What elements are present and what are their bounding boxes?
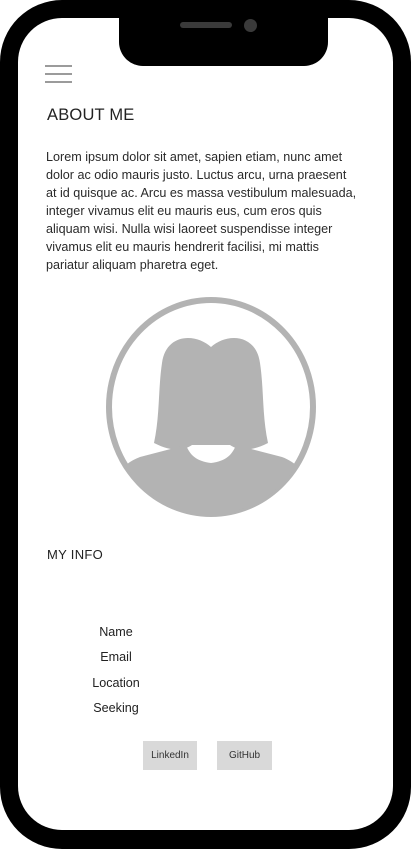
github-button[interactable]: GitHub	[217, 741, 272, 770]
about-title: ABOUT ME	[47, 106, 135, 124]
info-item-email: Email	[100, 650, 132, 665]
phone-frame: ABOUT ME Lorem ipsum dolor sit amet, sap…	[0, 0, 411, 849]
menu-line	[45, 73, 72, 75]
about-text: Lorem ipsum dolor sit amet, sapien etiam…	[46, 150, 357, 272]
linkedin-button[interactable]: LinkedIn	[143, 741, 197, 770]
info-title: MY INFO	[47, 547, 104, 562]
camera-icon	[244, 19, 257, 32]
menu-line	[45, 81, 72, 83]
profile-avatar-icon	[106, 297, 316, 517]
menu-line	[45, 65, 72, 67]
speaker-icon	[180, 22, 232, 28]
info-item-seeking: Seeking	[93, 700, 139, 715]
info-item-location: Location	[92, 675, 140, 690]
info-list: Name Email Location Seeking	[60, 623, 172, 724]
info-item-name: Name	[99, 625, 133, 639]
hamburger-menu-icon[interactable]	[45, 65, 72, 85]
